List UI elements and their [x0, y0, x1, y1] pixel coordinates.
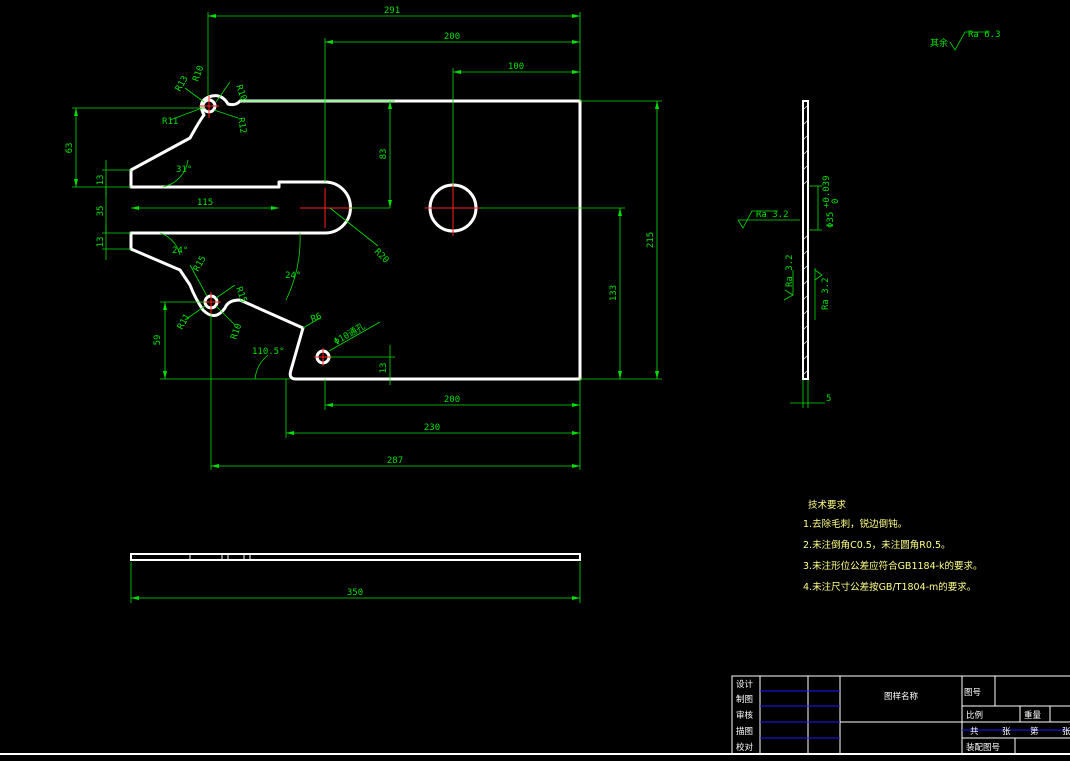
dim-100: 100	[508, 62, 524, 72]
cad-drawing: 291 200 100 63 13 35 13 115 83 31° R20 2…	[0, 0, 1070, 761]
dim-83: 83	[379, 149, 389, 160]
ra-label-c: Ra 3.2	[821, 277, 831, 310]
dim-350: 350	[347, 588, 363, 598]
tb-weight: 重量	[1024, 710, 1042, 721]
ra-other: 其余	[930, 37, 948, 49]
tb-row-trace: 描图	[736, 726, 753, 737]
dim-200-bot: 200	[444, 395, 460, 405]
tb-row-review: 审核	[736, 710, 754, 721]
tb-drawing-name: 图样名称	[884, 691, 919, 702]
dim-200-top: 200	[444, 32, 460, 42]
dim-phi35-tol2: 0	[831, 199, 841, 204]
notes-item-3: 3.未注形位公差应符合GB1184-k的要求。	[803, 560, 983, 572]
dim-31: 31°	[176, 165, 192, 175]
ra-label-b: Ra 3.2	[785, 254, 795, 287]
dim-35: 35	[96, 206, 106, 217]
tb-row-draw: 制图	[736, 694, 753, 705]
tb-scale: 比例	[966, 710, 983, 721]
tb-drawing-no: 图号	[964, 688, 981, 698]
dim-133: 133	[609, 285, 619, 301]
tb-row-check: 校对	[736, 742, 754, 753]
dim-13-b: 13	[96, 237, 106, 248]
dim-phi35: Φ35	[826, 212, 836, 228]
dim-287: 287	[387, 456, 403, 466]
dim-13-c: 13	[379, 363, 389, 374]
ra-label-main: Ra 6.3	[968, 30, 1001, 40]
dim-r11: R11	[162, 117, 178, 127]
dim-59: 59	[153, 335, 163, 346]
tb-sheet-unit: 张	[1002, 727, 1011, 737]
notes-item-1: 1.去除毛刺，锐边倒钝。	[803, 518, 907, 530]
dim-230: 230	[424, 423, 440, 433]
dim-115: 115	[197, 198, 213, 208]
notes-item-2: 2.未注倒角C0.5，未注圆角R0.5。	[803, 539, 951, 551]
dim-13-a: 13	[96, 175, 106, 186]
dim-5: 5	[826, 394, 831, 404]
notes-title: 技术要求	[808, 499, 847, 511]
ra-label-a: Ra 3.2	[756, 210, 789, 220]
notes-item-4: 4.未注尺寸公差按GB/T1804-m的要求。	[803, 581, 976, 593]
dim-24-a: 24°	[172, 246, 188, 256]
tb-sheet: 第	[1030, 726, 1039, 737]
tb-assembly: 装配图号	[966, 742, 1000, 753]
tb-sheet-unit-2: 张	[1062, 727, 1070, 737]
dim-291: 291	[384, 6, 400, 16]
dim-63: 63	[65, 143, 75, 154]
dim-110: 110.5°	[252, 347, 285, 357]
tb-row-design: 设计	[736, 679, 754, 690]
dim-24-b: 24°	[285, 271, 301, 281]
tb-total: 共	[970, 727, 979, 737]
dim-215: 215	[646, 232, 656, 248]
